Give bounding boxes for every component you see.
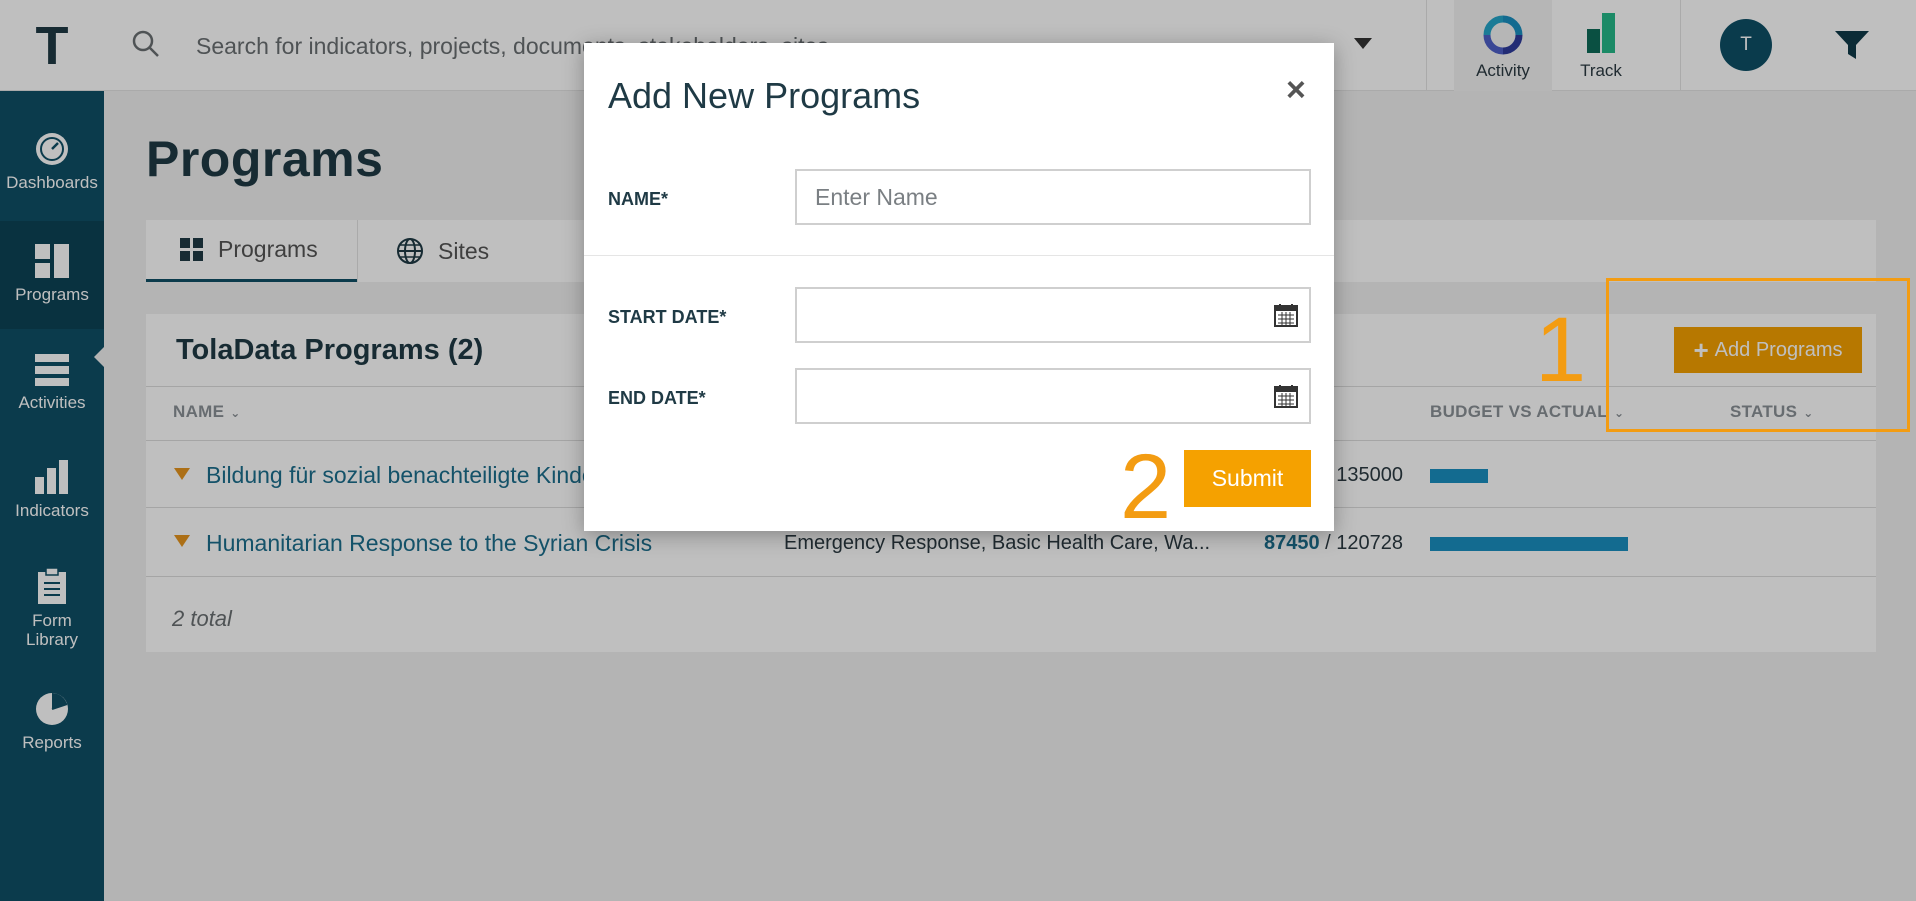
start-date-field[interactable] xyxy=(795,287,1311,343)
modal-title: Add New Programs xyxy=(608,75,921,116)
name-label: NAME* xyxy=(608,189,669,209)
name-field[interactable] xyxy=(795,169,1311,225)
divider xyxy=(584,255,1334,256)
close-icon[interactable]: × xyxy=(1286,73,1306,107)
add-programs-modal: Add New Programs × NAME* START DATE* END… xyxy=(584,43,1334,538)
annotation-step-1: 1 xyxy=(1535,299,1587,401)
end-date-label: END DATE* xyxy=(608,388,706,408)
calendar-icon[interactable] xyxy=(1274,384,1298,408)
calendar-icon[interactable] xyxy=(1274,303,1298,327)
annotation-highlight-box xyxy=(1606,278,1910,432)
start-date-label: START DATE* xyxy=(608,307,727,327)
end-date-field[interactable] xyxy=(795,368,1311,424)
annotation-step-2: 2 xyxy=(1120,436,1172,538)
submit-button[interactable]: Submit xyxy=(1184,450,1311,507)
